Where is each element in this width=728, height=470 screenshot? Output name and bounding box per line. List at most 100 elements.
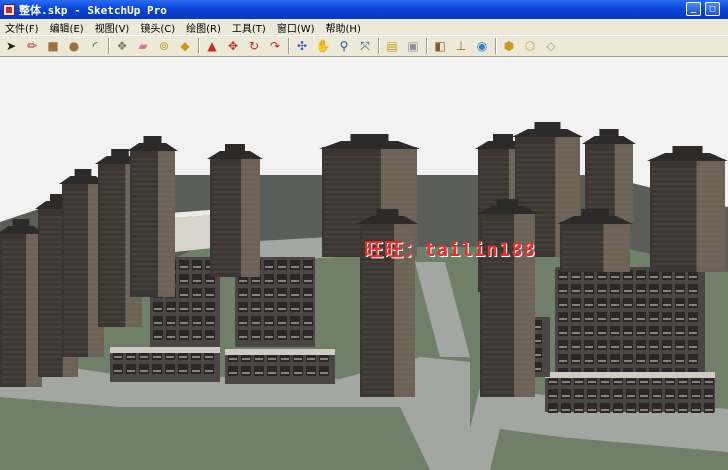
- villa-unit: [558, 312, 568, 322]
- villa-window: [265, 280, 273, 282]
- villa-unit: [238, 330, 248, 340]
- villa-unit: [571, 284, 581, 294]
- minimize-button[interactable]: _: [686, 2, 701, 16]
- villa-window: [624, 304, 632, 306]
- extension-warehouse-icon[interactable]: ◇: [542, 37, 560, 55]
- villa-window: [601, 409, 609, 411]
- rectangle-icon[interactable]: ■: [44, 37, 62, 55]
- menu-file[interactable]: 文件(F): [0, 20, 45, 35]
- villa-window: [640, 381, 648, 383]
- villa-window: [650, 276, 658, 278]
- villa-window: [562, 395, 570, 397]
- circle-icon[interactable]: ●: [65, 37, 83, 55]
- villa-window: [637, 290, 645, 292]
- villa-unit: [303, 288, 313, 298]
- villa-window: [572, 332, 580, 334]
- villa-unit: [277, 316, 287, 326]
- tape-measure-icon[interactable]: ⊚: [155, 37, 173, 55]
- villa-unit: [192, 316, 202, 326]
- villa-unit: [139, 364, 149, 374]
- villa-unit: [626, 403, 636, 413]
- select-icon[interactable]: ➤: [2, 37, 20, 55]
- villa-window: [588, 409, 596, 411]
- villa-window: [166, 356, 174, 358]
- scene-3d-model[interactable]: [0, 57, 728, 470]
- villa-window: [291, 280, 299, 282]
- villa-unit: [277, 274, 287, 284]
- villa-unit: [662, 298, 672, 308]
- villa-unit: [153, 330, 163, 340]
- villa-window: [154, 322, 162, 324]
- villa-unit: [675, 284, 685, 294]
- villa-unit: [264, 316, 274, 326]
- villa-window: [559, 332, 567, 334]
- menu-draw[interactable]: 绘图(R): [181, 20, 227, 35]
- villa-window: [255, 358, 263, 360]
- villa-unit: [584, 312, 594, 322]
- tower-roof-crown: [493, 134, 513, 142]
- rotate-icon[interactable]: ↻: [245, 37, 263, 55]
- villa-window: [679, 381, 687, 383]
- menu-edit[interactable]: 编辑(E): [45, 20, 90, 35]
- pan-icon[interactable]: ✋: [314, 37, 332, 55]
- components-icon[interactable]: ▣: [404, 37, 422, 55]
- villa-window: [281, 372, 289, 374]
- menu-view[interactable]: 视图(V): [90, 20, 136, 35]
- paint-bucket-icon[interactable]: ◆: [176, 37, 194, 55]
- eraser-icon[interactable]: ▰: [134, 37, 152, 55]
- villa-window: [585, 332, 593, 334]
- villa-window: [705, 381, 713, 383]
- villa-window: [692, 409, 700, 411]
- sketchup-app-icon: [3, 3, 15, 16]
- geo-location-icon[interactable]: ◉: [473, 37, 491, 55]
- push-pull-icon[interactable]: ▲: [203, 37, 221, 55]
- villa-unit: [662, 354, 672, 364]
- menu-window[interactable]: 窗口(W): [272, 20, 321, 35]
- villa-window: [663, 318, 671, 320]
- villa-window: [692, 395, 700, 397]
- warehouse-share-icon[interactable]: ⬡: [521, 37, 539, 55]
- villa-window: [252, 322, 260, 324]
- villa-window: [575, 395, 583, 397]
- villa-window: [559, 290, 567, 292]
- tower-right-front: [477, 199, 538, 397]
- villa-unit: [636, 340, 646, 350]
- villa-unit: [587, 403, 597, 413]
- zoom-extents-icon[interactable]: ⤧: [356, 37, 374, 55]
- villa-unit: [251, 302, 261, 312]
- villa-unit: [204, 364, 214, 374]
- villa-unit: [597, 340, 607, 350]
- model-viewport[interactable]: 旺旺：tailin188: [0, 57, 728, 470]
- menu-help[interactable]: 帮助(H): [321, 20, 367, 35]
- pencil-icon[interactable]: ✏: [23, 37, 41, 55]
- menu-camera[interactable]: 镜头(C): [135, 20, 181, 35]
- maximize-button[interactable]: □: [705, 2, 720, 16]
- orbit-icon[interactable]: ✣: [293, 37, 311, 55]
- villa-unit: [613, 389, 623, 399]
- menu-tools[interactable]: 工具(T): [227, 20, 272, 35]
- villa-window: [193, 322, 201, 324]
- villa-unit: [626, 389, 636, 399]
- villa-window: [180, 336, 188, 338]
- villa-unit: [610, 312, 620, 322]
- follow-me-icon[interactable]: ↷: [266, 37, 284, 55]
- villa-window: [229, 358, 237, 360]
- villa-unit: [584, 354, 594, 364]
- materials-icon[interactable]: ▤: [383, 37, 401, 55]
- villa-unit: [574, 389, 584, 399]
- move-icon[interactable]: ✥: [224, 37, 242, 55]
- villa-window: [206, 322, 214, 324]
- warehouse-get-icon[interactable]: ⬢: [500, 37, 518, 55]
- villa-unit: [290, 260, 300, 270]
- villa-unit: [280, 366, 290, 376]
- villa-window: [663, 360, 671, 362]
- axes-icon[interactable]: ⊥: [452, 37, 470, 55]
- villa-unit: [303, 330, 313, 340]
- tower-roof-crown: [143, 136, 162, 144]
- section-plane-icon[interactable]: ◧: [431, 37, 449, 55]
- make-component-icon[interactable]: ❖: [113, 37, 131, 55]
- zoom-icon[interactable]: ⚲: [335, 37, 353, 55]
- villa-window: [572, 276, 580, 278]
- villa-window: [637, 276, 645, 278]
- arc-icon[interactable]: ◜: [86, 37, 104, 55]
